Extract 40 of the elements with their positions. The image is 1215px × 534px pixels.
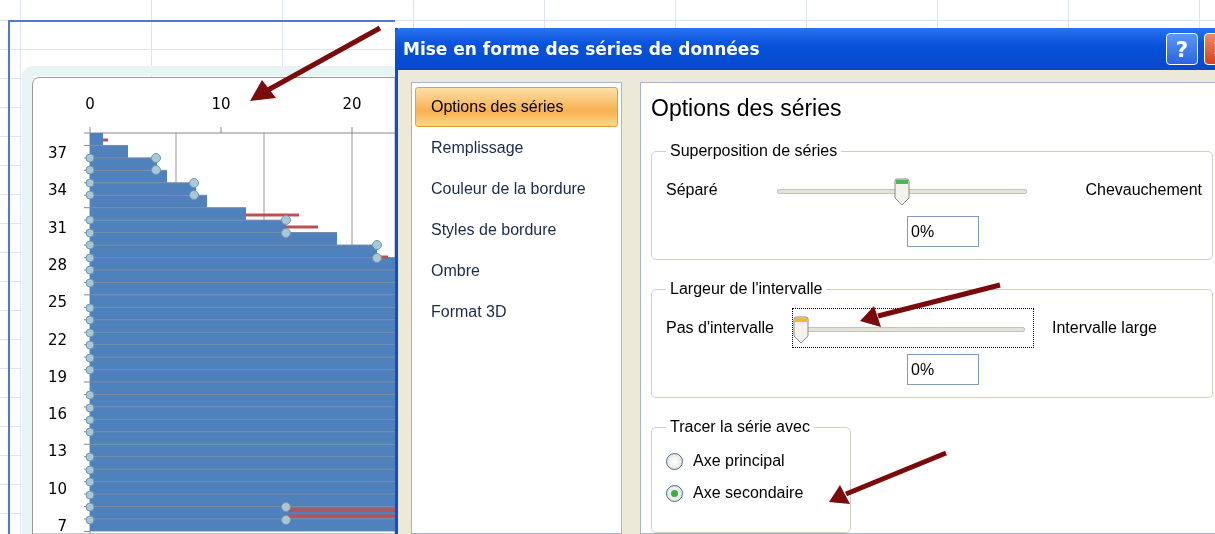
category-item[interactable]: Options des séries <box>415 87 618 127</box>
axis-label: 37 <box>47 144 67 162</box>
slider[interactable] <box>792 308 1034 348</box>
slider-label: Séparé <box>666 181 718 199</box>
axis-label: 10 <box>211 95 231 113</box>
category-item[interactable]: Remplissage <box>415 128 618 168</box>
axis-label: 19 <box>47 367 67 386</box>
group-title: Superposition de séries <box>669 142 839 160</box>
group-title: Largeur de l'intervalle <box>669 280 824 298</box>
category-item[interactable]: Ombre <box>415 251 618 291</box>
axis-label: 34 <box>47 181 67 200</box>
axis-label: 20 <box>342 95 362 113</box>
axis-label: 7 <box>57 517 67 534</box>
slider-thumb[interactable] <box>793 316 809 344</box>
radio-label[interactable]: Axe principal <box>693 452 785 470</box>
axis-label: 31 <box>47 218 67 237</box>
window-title: Mise en forme des séries de données <box>403 39 761 59</box>
value-field[interactable]: 0% <box>907 216 979 247</box>
slider-label: Pas d'intervalle <box>666 319 774 337</box>
slider-label: Intervalle large <box>1052 319 1157 337</box>
axis-label: 22 <box>47 330 67 349</box>
radio-label[interactable]: Axe secondaire <box>693 484 804 502</box>
axis-label: 16 <box>47 405 67 424</box>
axis-label: 25 <box>47 293 67 312</box>
group-title: Tracer la série avec <box>669 418 811 436</box>
axis-label: 28 <box>47 255 67 274</box>
slider-thumb[interactable] <box>893 178 910 206</box>
slider-label: Chevauchement <box>1085 181 1202 199</box>
category-item[interactable]: Styles de bordure <box>415 210 618 250</box>
radio-button[interactable] <box>666 452 683 470</box>
axis-label: 13 <box>47 442 67 461</box>
chart-frame[interactable] <box>22 66 395 534</box>
help-button[interactable]: ? <box>1166 33 1198 65</box>
category-item[interactable]: Couleur de la bordure <box>415 169 618 209</box>
panel-heading: Options des séries <box>651 95 843 122</box>
axis-label: 10 <box>47 479 67 498</box>
category-item[interactable]: Format 3D <box>415 292 618 332</box>
radio-button[interactable] <box>666 484 683 502</box>
axis-label: 0 <box>85 95 95 113</box>
value-field[interactable]: 0% <box>907 354 979 385</box>
